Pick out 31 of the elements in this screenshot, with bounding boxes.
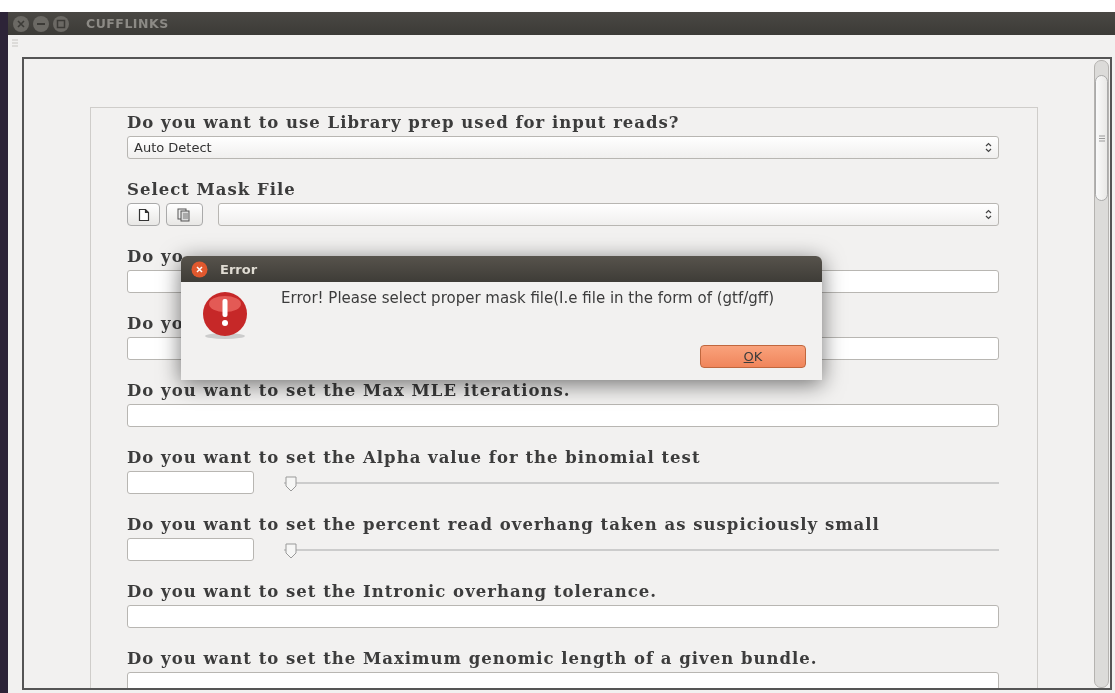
dropdown-field[interactable] [218, 203, 999, 226]
close-icon[interactable] [191, 260, 208, 278]
maximize-icon[interactable] [52, 14, 70, 33]
field-label: Do you want to use Library prep used for input reads? [127, 114, 681, 132]
window-title: CUFFLINKS [86, 16, 169, 31]
updown-arrows-icon [985, 142, 992, 153]
scrollbar[interactable] [1094, 60, 1109, 688]
field-label: Select Mask File [127, 181, 297, 199]
files-icon [176, 207, 193, 222]
field-label: Do you want to set the Max MLE iterations. [127, 382, 572, 400]
dialog-title: Error [220, 261, 258, 277]
input-field[interactable] [127, 538, 254, 561]
dropdown-field[interactable]: Auto Detect [127, 136, 999, 159]
field-label: Do you want to set the Alpha value for the binomial test [127, 449, 702, 467]
slider-thumb[interactable] [284, 476, 298, 492]
field-label: Do you want to set the percent read overhang taken as suspiciously small [127, 516, 881, 534]
grip-icon [1098, 134, 1105, 142]
input-field[interactable] [127, 404, 999, 427]
minimize-icon[interactable] [32, 14, 50, 33]
file-icon [137, 207, 150, 222]
ok-button[interactable]: OK [700, 345, 806, 368]
field-label: Do yo [127, 248, 185, 266]
field-label: Do you want to set the Intronic overhang tolerance. [127, 583, 658, 601]
new-file-button[interactable] [127, 203, 160, 226]
error-message: Error! Please select proper mask file(I.e file in the form of (gtf/gff) [281, 290, 775, 307]
input-field[interactable] [127, 605, 999, 628]
multiple-files-button[interactable] [166, 203, 203, 226]
slider-thumb[interactable] [284, 543, 298, 559]
field-label: Do you want to set the Maximum genomic length of a given bundle. [127, 650, 819, 668]
updown-arrows-icon [985, 209, 992, 220]
input-field[interactable] [127, 471, 254, 494]
